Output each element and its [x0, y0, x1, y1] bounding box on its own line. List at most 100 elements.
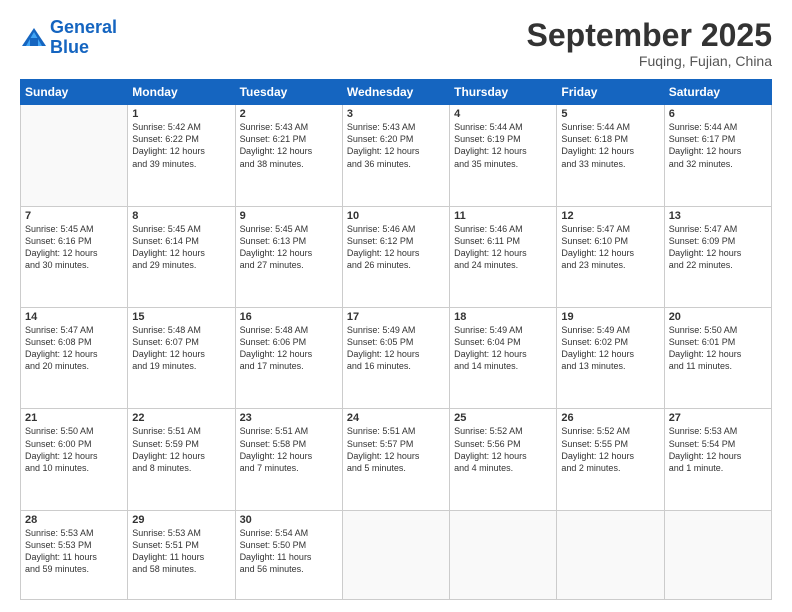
day-info: Sunrise: 5:44 AM Sunset: 6:18 PM Dayligh… [561, 121, 659, 170]
table-row: 9Sunrise: 5:45 AM Sunset: 6:13 PM Daylig… [235, 206, 342, 307]
day-info: Sunrise: 5:49 AM Sunset: 6:05 PM Dayligh… [347, 324, 445, 373]
table-row: 24Sunrise: 5:51 AM Sunset: 5:57 PM Dayli… [342, 409, 449, 510]
day-info: Sunrise: 5:43 AM Sunset: 6:20 PM Dayligh… [347, 121, 445, 170]
header: General Blue September 2025 Fuqing, Fuji… [20, 18, 772, 69]
day-info: Sunrise: 5:44 AM Sunset: 6:19 PM Dayligh… [454, 121, 552, 170]
table-row: 10Sunrise: 5:46 AM Sunset: 6:12 PM Dayli… [342, 206, 449, 307]
table-row: 5Sunrise: 5:44 AM Sunset: 6:18 PM Daylig… [557, 105, 664, 206]
table-row: 14Sunrise: 5:47 AM Sunset: 6:08 PM Dayli… [21, 308, 128, 409]
day-number: 21 [25, 412, 123, 424]
day-number: 24 [347, 412, 445, 424]
table-row [21, 105, 128, 206]
logo-text: General Blue [50, 18, 117, 58]
day-number: 5 [561, 108, 659, 120]
header-row: Sunday Monday Tuesday Wednesday Thursday… [21, 80, 772, 105]
day-info: Sunrise: 5:51 AM Sunset: 5:57 PM Dayligh… [347, 425, 445, 474]
table-row: 30Sunrise: 5:54 AM Sunset: 5:50 PM Dayli… [235, 510, 342, 599]
day-number: 3 [347, 108, 445, 120]
day-number: 10 [347, 210, 445, 222]
col-thursday: Thursday [450, 80, 557, 105]
day-info: Sunrise: 5:53 AM Sunset: 5:54 PM Dayligh… [669, 425, 767, 474]
day-info: Sunrise: 5:51 AM Sunset: 5:58 PM Dayligh… [240, 425, 338, 474]
day-number: 20 [669, 311, 767, 323]
calendar-table: Sunday Monday Tuesday Wednesday Thursday… [20, 79, 772, 600]
table-row: 27Sunrise: 5:53 AM Sunset: 5:54 PM Dayli… [664, 409, 771, 510]
day-info: Sunrise: 5:46 AM Sunset: 6:11 PM Dayligh… [454, 223, 552, 272]
day-info: Sunrise: 5:53 AM Sunset: 5:51 PM Dayligh… [132, 527, 230, 576]
day-info: Sunrise: 5:54 AM Sunset: 5:50 PM Dayligh… [240, 527, 338, 576]
col-saturday: Saturday [664, 80, 771, 105]
col-tuesday: Tuesday [235, 80, 342, 105]
table-row: 26Sunrise: 5:52 AM Sunset: 5:55 PM Dayli… [557, 409, 664, 510]
col-friday: Friday [557, 80, 664, 105]
title-block: September 2025 Fuqing, Fujian, China [527, 18, 772, 69]
day-info: Sunrise: 5:50 AM Sunset: 6:00 PM Dayligh… [25, 425, 123, 474]
logo-icon [20, 24, 48, 52]
table-row [342, 510, 449, 599]
table-row: 15Sunrise: 5:48 AM Sunset: 6:07 PM Dayli… [128, 308, 235, 409]
day-number: 8 [132, 210, 230, 222]
table-row: 16Sunrise: 5:48 AM Sunset: 6:06 PM Dayli… [235, 308, 342, 409]
table-row: 1Sunrise: 5:42 AM Sunset: 6:22 PM Daylig… [128, 105, 235, 206]
day-number: 4 [454, 108, 552, 120]
day-number: 18 [454, 311, 552, 323]
logo: General Blue [20, 18, 117, 58]
day-number: 22 [132, 412, 230, 424]
table-row: 21Sunrise: 5:50 AM Sunset: 6:00 PM Dayli… [21, 409, 128, 510]
page: General Blue September 2025 Fuqing, Fuji… [0, 0, 792, 612]
day-info: Sunrise: 5:47 AM Sunset: 6:08 PM Dayligh… [25, 324, 123, 373]
day-info: Sunrise: 5:47 AM Sunset: 6:10 PM Dayligh… [561, 223, 659, 272]
day-info: Sunrise: 5:50 AM Sunset: 6:01 PM Dayligh… [669, 324, 767, 373]
table-row [557, 510, 664, 599]
day-number: 28 [25, 514, 123, 526]
day-number: 27 [669, 412, 767, 424]
day-number: 17 [347, 311, 445, 323]
day-number: 2 [240, 108, 338, 120]
table-row: 18Sunrise: 5:49 AM Sunset: 6:04 PM Dayli… [450, 308, 557, 409]
day-info: Sunrise: 5:48 AM Sunset: 6:06 PM Dayligh… [240, 324, 338, 373]
day-info: Sunrise: 5:45 AM Sunset: 6:13 PM Dayligh… [240, 223, 338, 272]
day-info: Sunrise: 5:49 AM Sunset: 6:02 PM Dayligh… [561, 324, 659, 373]
day-number: 26 [561, 412, 659, 424]
table-row [664, 510, 771, 599]
day-number: 29 [132, 514, 230, 526]
table-row: 2Sunrise: 5:43 AM Sunset: 6:21 PM Daylig… [235, 105, 342, 206]
day-number: 19 [561, 311, 659, 323]
table-row: 12Sunrise: 5:47 AM Sunset: 6:10 PM Dayli… [557, 206, 664, 307]
table-row: 8Sunrise: 5:45 AM Sunset: 6:14 PM Daylig… [128, 206, 235, 307]
table-row: 13Sunrise: 5:47 AM Sunset: 6:09 PM Dayli… [664, 206, 771, 307]
day-number: 12 [561, 210, 659, 222]
table-row: 3Sunrise: 5:43 AM Sunset: 6:20 PM Daylig… [342, 105, 449, 206]
day-info: Sunrise: 5:53 AM Sunset: 5:53 PM Dayligh… [25, 527, 123, 576]
col-wednesday: Wednesday [342, 80, 449, 105]
table-row: 20Sunrise: 5:50 AM Sunset: 6:01 PM Dayli… [664, 308, 771, 409]
day-number: 11 [454, 210, 552, 222]
day-info: Sunrise: 5:45 AM Sunset: 6:14 PM Dayligh… [132, 223, 230, 272]
table-row: 23Sunrise: 5:51 AM Sunset: 5:58 PM Dayli… [235, 409, 342, 510]
day-info: Sunrise: 5:47 AM Sunset: 6:09 PM Dayligh… [669, 223, 767, 272]
table-row [450, 510, 557, 599]
day-info: Sunrise: 5:48 AM Sunset: 6:07 PM Dayligh… [132, 324, 230, 373]
day-info: Sunrise: 5:46 AM Sunset: 6:12 PM Dayligh… [347, 223, 445, 272]
month-title: September 2025 [527, 18, 772, 53]
day-info: Sunrise: 5:44 AM Sunset: 6:17 PM Dayligh… [669, 121, 767, 170]
day-number: 16 [240, 311, 338, 323]
table-row: 6Sunrise: 5:44 AM Sunset: 6:17 PM Daylig… [664, 105, 771, 206]
location: Fuqing, Fujian, China [527, 53, 772, 69]
col-sunday: Sunday [21, 80, 128, 105]
day-info: Sunrise: 5:45 AM Sunset: 6:16 PM Dayligh… [25, 223, 123, 272]
day-info: Sunrise: 5:43 AM Sunset: 6:21 PM Dayligh… [240, 121, 338, 170]
day-number: 1 [132, 108, 230, 120]
table-row: 17Sunrise: 5:49 AM Sunset: 6:05 PM Dayli… [342, 308, 449, 409]
day-info: Sunrise: 5:49 AM Sunset: 6:04 PM Dayligh… [454, 324, 552, 373]
day-number: 14 [25, 311, 123, 323]
day-number: 25 [454, 412, 552, 424]
table-row: 11Sunrise: 5:46 AM Sunset: 6:11 PM Dayli… [450, 206, 557, 307]
day-info: Sunrise: 5:52 AM Sunset: 5:56 PM Dayligh… [454, 425, 552, 474]
table-row: 7Sunrise: 5:45 AM Sunset: 6:16 PM Daylig… [21, 206, 128, 307]
day-number: 13 [669, 210, 767, 222]
day-info: Sunrise: 5:42 AM Sunset: 6:22 PM Dayligh… [132, 121, 230, 170]
day-number: 23 [240, 412, 338, 424]
table-row: 22Sunrise: 5:51 AM Sunset: 5:59 PM Dayli… [128, 409, 235, 510]
table-row: 28Sunrise: 5:53 AM Sunset: 5:53 PM Dayli… [21, 510, 128, 599]
